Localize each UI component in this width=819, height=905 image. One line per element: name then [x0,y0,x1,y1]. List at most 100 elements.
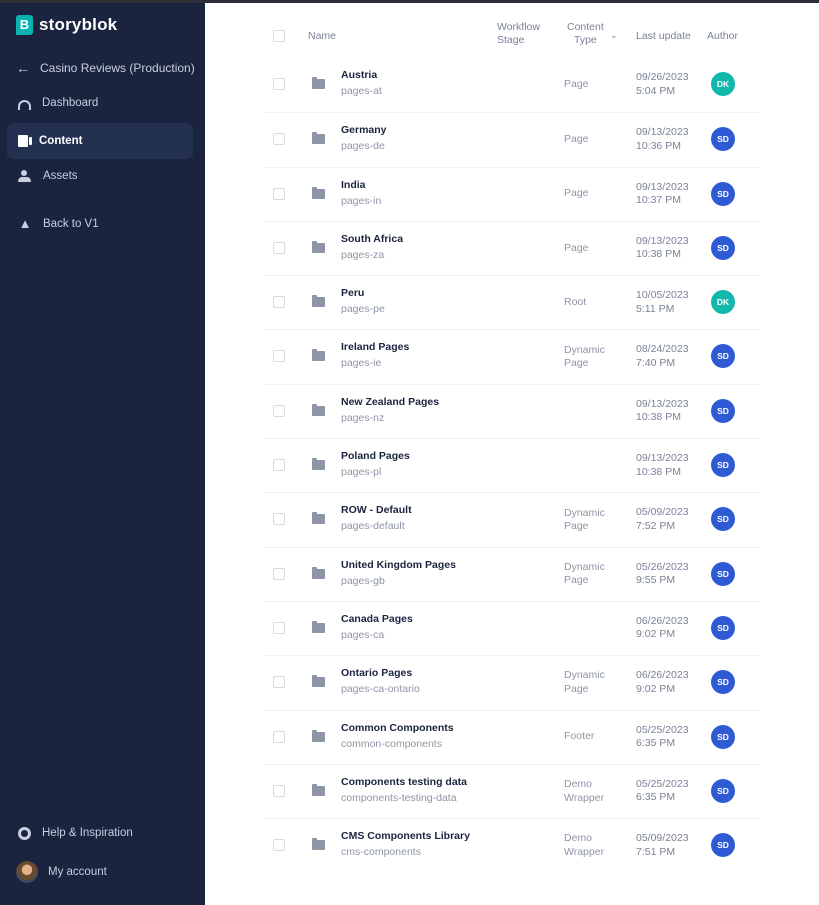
folder-icon [312,783,325,796]
row-last-update: 05/26/2023 9:55 PM [636,561,689,588]
table-row[interactable]: Ireland Pages pages-ie Dynamic Page 08/24/20… [264,329,760,383]
sidebar-item-label: Dashboard [42,97,99,109]
row-checkbox[interactable] [273,133,285,146]
sidebar-item-content[interactable]: Content [7,123,193,159]
row-last-update: 09/26/2023 5:04 PM [636,71,689,98]
row-name[interactable]: Ontario Pages [341,667,412,679]
row-name[interactable]: United Kingdom Pages [341,559,456,571]
table-row[interactable]: ROW - Default pages-default Dynamic Page 05/… [264,492,760,546]
row-name[interactable]: Austria [341,69,377,81]
row-name[interactable]: South Africa [341,233,403,245]
row-name[interactable]: Common Components [341,722,454,734]
row-checkbox[interactable] [273,187,285,200]
row-checkbox[interactable] [273,296,285,309]
table-row[interactable]: Components testing data components-testin… [264,763,760,818]
table-row[interactable]: Germany pages-de Page 09/13/2023 10:36 PM SD [264,112,760,166]
space-switcher[interactable]: ← Casino Reviews (Production) [16,58,195,78]
column-header-name[interactable]: Name [308,30,336,43]
author-avatar[interactable]: SD [711,561,735,586]
author-avatar[interactable]: DK [711,72,735,96]
column-header-author[interactable]: Author [707,30,738,43]
table-row[interactable]: Poland Pages pages-pl 09/13/2023 10:38 PM SD [264,438,760,492]
row-date: 09/13/2023 [636,126,689,139]
dashboard-icon [18,99,31,110]
table-row[interactable]: New Zealand Pages pages-nz 09/13/2023 10:38… [264,383,760,438]
author-avatar[interactable]: SD [711,181,735,206]
table-row[interactable]: South Africa pages-za Page 09/13/2023 10:38 … [264,220,760,275]
row-time: 10:38 PM [636,248,681,261]
row-checkbox[interactable] [273,839,285,852]
row-name[interactable]: Germany [341,124,387,136]
table-row[interactable]: India pages-in Page 09/13/2023 10:37 PM SD [264,166,760,221]
row-date: 05/26/2023 [636,560,689,573]
row-name[interactable]: Peru [341,287,364,299]
sidebar-item-help[interactable]: Help & Inspiration [7,815,193,851]
table-row[interactable]: Common Components common-components Footer… [264,709,760,764]
top-border [0,0,819,3]
row-checkbox[interactable] [273,459,285,472]
row-name[interactable]: ROW - Default [341,504,412,516]
column-header-last-update[interactable]: Last update [636,30,691,43]
row-checkbox[interactable] [273,404,285,417]
row-name[interactable]: CMS Components Library [341,830,470,842]
row-last-update: 05/25/2023 6:35 PM [636,724,689,751]
sidebar-item-label: Assets [43,170,78,182]
back-arrow-icon[interactable]: ← [16,60,30,76]
author-avatar[interactable]: SD [711,724,735,749]
sidebar-item-back-to-v1[interactable]: ▲ Back to V1 [7,206,193,242]
row-checkbox[interactable] [273,513,285,526]
sidebar-item-assets[interactable]: Assets [7,158,193,194]
row-name[interactable]: Ireland Pages [341,341,409,353]
author-avatar[interactable]: SD [711,670,735,695]
row-slug: pages-in [341,194,382,207]
row-time: 10:38 PM [636,411,681,424]
content-type-text: Dynamic [564,506,605,519]
table-row[interactable]: United Kingdom Pages pages-gb Dynamic Page 0… [264,546,760,601]
sidebar-item-dashboard[interactable]: Dashboard [7,85,193,121]
author-avatar[interactable]: DK [711,290,735,315]
sidebar-item-label: Content [39,135,83,147]
table-row[interactable]: Canada Pages pages-ca 06/26/2023 9:02 PM SD [264,600,760,655]
author-avatar[interactable]: SD [711,507,735,532]
author-avatar[interactable]: SD [711,453,735,478]
author-avatar[interactable]: SD [711,398,735,423]
author-avatar[interactable]: SD [711,833,735,858]
table-row[interactable]: CMS Components Library cms-components Demo… [264,818,760,872]
column-header-content-type[interactable]: Content Type [567,21,604,47]
table-row[interactable]: Austria pages-at Page 09/26/2023 5:04 PM DK [264,58,760,112]
row-name[interactable]: Canada Pages [341,613,413,625]
row-name[interactable]: Components testing data [341,776,467,788]
brand-logo[interactable]: B storyblok [16,15,117,35]
row-checkbox[interactable] [273,241,285,254]
row-slug: pages-default [341,520,405,533]
column-header-content-type-line2: Type [574,34,597,46]
row-time: 10:37 PM [636,194,681,207]
row-content-type: Demo Wrapper [564,765,624,818]
content-type-text: Page [564,78,589,91]
author-avatar[interactable]: SD [711,344,735,369]
row-name[interactable]: New Zealand Pages [341,396,439,408]
row-last-update: 09/13/2023 10:38 PM [636,452,689,479]
folder-icon [312,458,325,471]
row-checkbox[interactable] [273,621,285,634]
select-all-checkbox[interactable] [273,30,285,42]
row-checkbox[interactable] [273,78,285,90]
row-checkbox[interactable] [273,350,285,363]
row-checkbox[interactable] [273,567,285,580]
row-checkbox[interactable] [273,730,285,743]
sidebar-item-my-account[interactable]: My account [7,854,193,890]
chevron-down-icon[interactable]: ⌄ [610,30,618,41]
row-name[interactable]: Poland Pages [341,450,410,462]
row-checkbox[interactable] [273,784,285,797]
author-avatar[interactable]: SD [711,127,735,152]
table-row[interactable]: Ontario Pages pages-ca-ontario Dynamic Page… [264,655,760,709]
table-row[interactable]: Peru pages-pe Root 10/05/2023 5:11 PM DK [264,275,760,329]
author-avatar[interactable]: SD [711,778,735,803]
row-checkbox[interactable] [273,676,285,689]
author-avatar[interactable]: SD [711,615,735,640]
help-icon [18,826,31,840]
row-name[interactable]: India [341,179,366,191]
column-header-workflow-stage[interactable]: Workflow Stage [497,21,540,47]
row-content-type: Dynamic Page [564,493,624,546]
author-avatar[interactable]: SD [711,235,735,260]
